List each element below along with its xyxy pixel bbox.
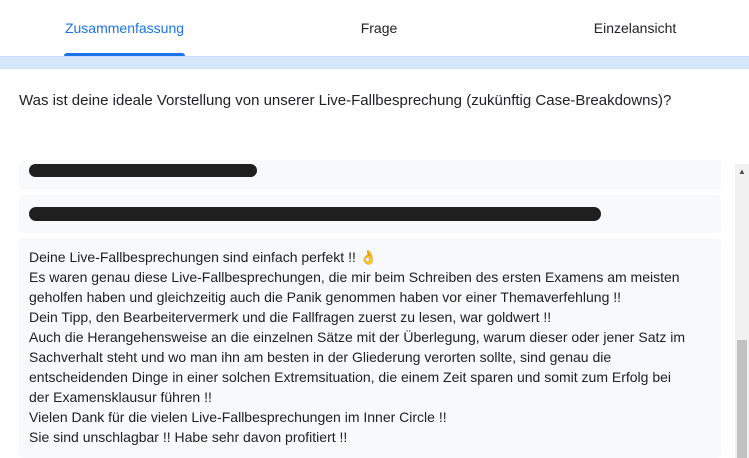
redacted-text: [29, 164, 257, 177]
tab-frage[interactable]: Frage: [329, 0, 429, 56]
question-title: Was ist deine ideale Vorstellung von uns…: [19, 92, 672, 109]
response-card: Deine Live-Fallbesprechungen sind einfac…: [19, 238, 721, 458]
scroll-up-icon[interactable]: ▲: [735, 164, 749, 178]
response-line: geholfen haben und gleichzeitig auch die…: [29, 289, 622, 305]
response-card-redacted-1: [19, 160, 721, 190]
tab-zusammenfassung[interactable]: Zusammenfassung: [50, 0, 199, 56]
redacted-text: [29, 207, 601, 221]
response-line: entscheidenden Dinge in einer solchen Ex…: [29, 369, 672, 385]
response-text: Deine Live-Fallbesprechungen sind einfac…: [19, 238, 721, 447]
tab-bar: Zusammenfassung Frage Einzelansicht: [0, 0, 749, 56]
tab-einzelansicht[interactable]: Einzelansicht: [575, 0, 695, 56]
response-line: Vielen Dank für die vielen Live-Fallbesp…: [29, 409, 447, 425]
header-band: [0, 56, 749, 69]
response-line: Es waren genau diese Live-Fallbesprechun…: [29, 269, 680, 285]
response-line: Dein Tipp, den Bearbeitervermerk und die…: [29, 309, 552, 325]
scrollbar-thumb[interactable]: [737, 340, 747, 458]
response-line: Sachverhalt steht und wo man ihn am best…: [29, 349, 612, 365]
response-line: Sie sind unschlagbar !! Habe sehr davon …: [29, 429, 348, 445]
response-line: Deine Live-Fallbesprechungen sind einfac…: [29, 249, 378, 265]
response-line: der Examensklausur führen !!: [29, 389, 212, 405]
response-card-redacted-2: [19, 195, 721, 233]
response-line: Auch die Herangehensweise an die einzeln…: [29, 329, 686, 345]
